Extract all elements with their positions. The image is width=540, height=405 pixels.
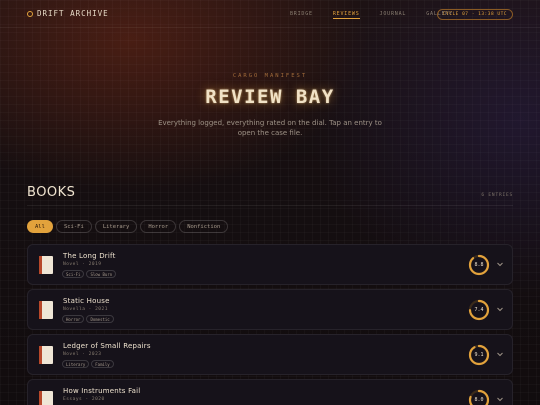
- entry-count: 6 ENTRIES: [481, 193, 513, 198]
- rating-value: 8.8: [474, 262, 484, 268]
- entry-tag: Horror: [62, 315, 85, 323]
- brand[interactable]: DRIFT ARCHIVE: [27, 9, 109, 18]
- filter-literary[interactable]: Literary: [94, 220, 138, 233]
- filter-horror[interactable]: Horror: [140, 220, 177, 233]
- nav-journal[interactable]: JOURNAL: [380, 10, 407, 19]
- hero-kicker: CARGO MANIFEST: [232, 73, 308, 79]
- entry-card[interactable]: Ledger of Small Repairs Novel · 2023 Lit…: [27, 334, 513, 375]
- filter-bar: All Sci-Fi Literary Horror Nonfiction: [27, 220, 229, 233]
- ring-dot-icon: [27, 10, 33, 17]
- rating-value: 8.0: [474, 397, 484, 403]
- chevron-down-icon[interactable]: [496, 305, 504, 313]
- entry-tags: Sci-Fi Slow Burn: [62, 270, 117, 278]
- entry-tag: Slow Burn: [86, 270, 117, 278]
- entry-tag: Literary: [62, 360, 90, 368]
- page-title: REVIEW BAY: [205, 86, 335, 108]
- book-icon: [39, 256, 53, 274]
- entry-tag: Sci-Fi: [62, 270, 85, 278]
- nav-reviews[interactable]: REVIEWS: [332, 10, 360, 19]
- cycle-clock: CYCLE 07 · 13:38 UTC: [436, 9, 513, 20]
- nav-bridge[interactable]: BRIDGE: [290, 10, 313, 19]
- rating-dial: 8.0: [468, 389, 490, 405]
- entry-card[interactable]: Static House Novella · 2021 Horror Domes…: [27, 289, 513, 330]
- book-icon: [39, 391, 53, 405]
- entry-meta: Essays · 2020: [63, 397, 105, 402]
- chevron-down-icon[interactable]: [496, 260, 504, 268]
- entry-tag: Family: [91, 360, 114, 368]
- entry-meta: Novel · 2019: [63, 262, 102, 267]
- filter-all[interactable]: All: [27, 220, 53, 233]
- rating-dial: 9.1: [468, 344, 490, 366]
- chevron-down-icon[interactable]: [496, 350, 504, 358]
- entry-meta: Novella · 2021: [63, 307, 108, 312]
- entry-title: Static House: [63, 297, 110, 305]
- book-icon: [39, 346, 53, 364]
- rating-dial: 7.4: [468, 299, 490, 321]
- rating-value: 9.1: [474, 352, 484, 358]
- filter-sci-fi[interactable]: Sci-Fi: [55, 220, 92, 233]
- top-bar: DRIFT ARCHIVE BRIDGE REVIEWS JOURNAL GAL…: [0, 0, 540, 28]
- hero-subtitle: Everything logged, everything rated on t…: [158, 119, 382, 137]
- entry-title: How Instruments Fail: [63, 387, 141, 395]
- entry-tag: Domestic: [86, 315, 114, 323]
- filter-nonfiction[interactable]: Nonfiction: [179, 220, 229, 233]
- rating-dial: 8.8: [468, 254, 490, 276]
- entry-card[interactable]: How Instruments Fail Essays · 2020 8.0: [27, 379, 513, 405]
- entry-title: Ledger of Small Repairs: [63, 342, 151, 350]
- book-icon: [39, 301, 53, 319]
- chevron-down-icon[interactable]: [496, 395, 504, 403]
- rating-value: 7.4: [474, 307, 484, 313]
- section-title: BOOKS: [27, 185, 76, 200]
- entry-title: The Long Drift: [63, 252, 116, 260]
- entry-tags: Horror Domestic: [62, 315, 114, 323]
- entry-card[interactable]: The Long Drift Novel · 2019 Sci-Fi Slow …: [27, 244, 513, 285]
- section-divider: [27, 205, 513, 206]
- entry-tags: Literary Family: [62, 360, 114, 368]
- brand-name: DRIFT ARCHIVE: [37, 9, 109, 18]
- entry-meta: Novel · 2023: [63, 352, 102, 357]
- page: DRIFT ARCHIVE BRIDGE REVIEWS JOURNAL GAL…: [0, 0, 540, 405]
